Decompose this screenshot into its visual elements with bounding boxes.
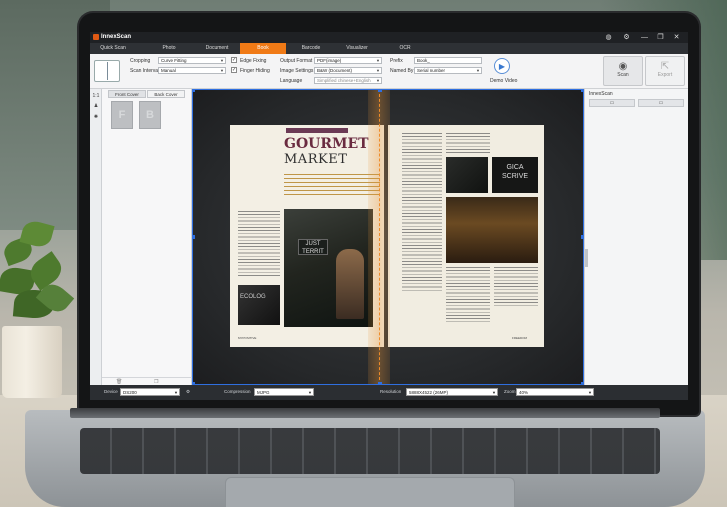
app-window: InnexScan ◍ ⚙ — ❐ ✕ Quick Scan Photo Doc…	[90, 32, 688, 400]
settings-toolbar: Cropping Curve Fitting ▼ Scan Interval Ma…	[90, 54, 688, 89]
finger-hiding-label: Finger Hiding	[240, 68, 270, 74]
brightness-icon[interactable]: ✺	[91, 113, 101, 122]
language-select[interactable]: Simplified chinese+English ▼	[314, 77, 382, 84]
tab-document[interactable]: Document	[194, 43, 240, 54]
edge-fixing-label: Edge Fixing	[240, 58, 267, 64]
scan-interval-select[interactable]: Manual ▼	[158, 67, 226, 74]
image-settings-select[interactable]: B&W (Document) ▼	[314, 67, 382, 74]
resolution-select[interactable]: 5888X4522 (26MP) ▼	[406, 388, 498, 396]
user-icon[interactable]: ♟	[91, 102, 101, 111]
prefix-label: Prefix	[390, 58, 403, 64]
tab-ocr[interactable]: OCR	[382, 43, 428, 54]
output-format-select[interactable]: PDF(image) ▼	[314, 57, 382, 64]
demo-video-label: Demo Video	[490, 78, 518, 84]
crop-handle-top[interactable]	[378, 89, 382, 92]
panel-resize-grip[interactable]	[585, 249, 588, 267]
named-by-label: Named By	[390, 68, 414, 74]
settings-icon[interactable]: ⚙	[622, 33, 631, 42]
folder-button[interactable]: ▭	[589, 99, 635, 107]
crop-handle-left[interactable]	[192, 235, 195, 239]
front-cover-tab[interactable]: Front Cover	[108, 90, 146, 98]
prefix-input[interactable]: Book_	[414, 57, 482, 64]
close-icon[interactable]: ✕	[672, 33, 681, 42]
compression-label: Compression	[224, 389, 251, 394]
zoom-label: Zoom	[504, 389, 516, 394]
cover-panel: Front Cover Back Cover F B 🗑 ❐	[102, 89, 192, 385]
globe-icon[interactable]: ◍	[604, 33, 613, 42]
output-format-label: Output Format	[280, 58, 313, 64]
scan-button[interactable]: ◉ Scan	[603, 56, 643, 86]
language-label: Language	[280, 78, 303, 84]
tab-book[interactable]: Book	[240, 43, 286, 54]
cropping-select[interactable]: Curve Fitting ▼	[158, 57, 226, 64]
back-cover-tab[interactable]: Back Cover	[147, 90, 185, 98]
output-panel: InnexScan ▭ ▭	[584, 89, 688, 385]
restore-icon[interactable]: ❐	[656, 33, 665, 42]
tab-photo[interactable]: Photo	[146, 43, 192, 54]
laptop-keyboard	[80, 428, 660, 474]
output-panel-title: InnexScan	[589, 91, 613, 97]
book-mode-icon	[94, 60, 120, 82]
tab-visualizer[interactable]: Visualizer	[334, 43, 380, 54]
named-by-select[interactable]: Serial number ▼	[414, 67, 482, 74]
laptop-touchpad	[225, 477, 515, 507]
scan-interval-label: Scan Interval	[130, 68, 160, 74]
device-select[interactable]: DS200 ▼	[120, 388, 180, 396]
mode-tabs: Quick Scan Photo Document Book Barcode V…	[90, 43, 688, 54]
finger-hiding-checkbox[interactable]: ✓	[231, 67, 237, 73]
app-title: InnexScan	[101, 34, 132, 40]
edge-fixing-checkbox[interactable]: ✓	[231, 57, 237, 63]
ratio-toggle[interactable]: 1:1	[91, 92, 101, 101]
minimize-icon[interactable]: —	[640, 33, 649, 42]
export-button[interactable]: ⇱ Export	[645, 56, 685, 86]
compression-select[interactable]: MJPG ▼	[254, 388, 314, 396]
front-cover-thumbnail[interactable]: F	[111, 101, 133, 129]
camera-icon: ◉	[618, 61, 628, 72]
cover-panel-footer: 🗑 ❐	[102, 377, 192, 385]
app-logo-icon	[93, 34, 99, 40]
crop-frame[interactable]	[192, 89, 584, 385]
export-icon: ⇱	[660, 61, 670, 72]
cropping-label: Cropping	[130, 58, 151, 64]
tab-quick-scan[interactable]: Quick Scan	[90, 43, 136, 54]
title-bar: InnexScan ◍ ⚙ — ❐ ✕	[90, 32, 688, 43]
laptop-hinge	[70, 408, 660, 418]
image-settings-label: Image Settings	[280, 68, 314, 74]
crop-handle-top-left[interactable]	[192, 89, 195, 92]
play-icon[interactable]: ▶	[494, 58, 510, 74]
status-bar: Device DS200 ▼ ⚙ Compression MJPG ▼ Resolu…	[90, 385, 688, 400]
tab-barcode[interactable]: Barcode	[288, 43, 334, 54]
left-tool-strip: 1:1 ♟ ✺	[90, 89, 102, 385]
scan-preview[interactable]: GOURMET MARKET JUST TERRIT ECOLOG MYPOSIT…	[192, 89, 584, 385]
device-label: Device	[104, 389, 118, 394]
folder-open-button[interactable]: ▭	[638, 99, 684, 107]
device-settings-icon[interactable]: ⚙	[186, 389, 190, 395]
resolution-label: Resolution	[380, 389, 402, 394]
back-cover-thumbnail[interactable]: B	[139, 101, 161, 129]
zoom-select[interactable]: 40% ▼	[516, 388, 594, 396]
